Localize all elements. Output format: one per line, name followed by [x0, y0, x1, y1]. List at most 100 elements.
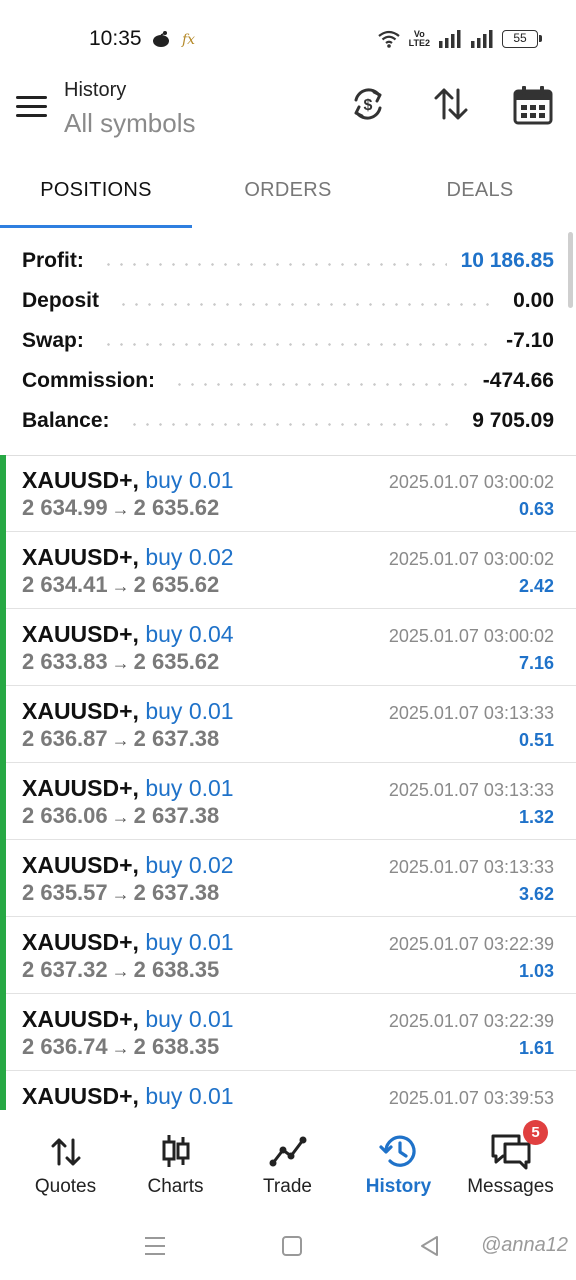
dot-leader — [101, 262, 447, 266]
position-row[interactable]: XAUUSD+, buy 0.02 2 634.41 → 2 635.62 2025… — [0, 532, 576, 609]
recent-apps-icon[interactable] — [141, 1232, 169, 1260]
nav-charts-label: Charts — [147, 1176, 204, 1197]
active-tab-indicator — [0, 225, 192, 228]
signal-icon-2 — [471, 30, 493, 48]
open-price: 2 637.32 — [22, 957, 108, 982]
svg-text:$: $ — [364, 97, 373, 114]
symbol-text: XAUUSD+, — [22, 929, 139, 955]
buy-indicator-bar — [0, 763, 6, 840]
price-arrow-icon: → — [111, 807, 130, 827]
close-price: 2 637.38 — [133, 803, 220, 828]
messages-badge: 5 — [523, 1120, 548, 1145]
buy-indicator-bar — [0, 686, 6, 763]
price-arrow-icon: → — [111, 961, 130, 981]
signal-icon-1 — [439, 30, 461, 48]
profit-label: Profit: — [22, 249, 84, 272]
tab-positions[interactable]: POSITIONS — [0, 160, 192, 228]
position-prices: 2 634.41 → 2 635.62 — [22, 572, 219, 598]
position-time: 2025.01.07 03:22:39 — [388, 1011, 554, 1031]
position-row[interactable]: XAUUSD+, buy 0.04 2 633.83 → 2 635.62 2025… — [0, 609, 576, 686]
buy-indicator-bar — [0, 455, 6, 532]
home-icon[interactable] — [278, 1232, 306, 1260]
watermark-text: @anna12 — [480, 1234, 568, 1256]
close-price: 2 635.62 — [133, 649, 220, 674]
tab-deals[interactable]: DEALS — [384, 160, 576, 228]
nav-charts[interactable]: Charts — [118, 1110, 233, 1214]
position-symbol: XAUUSD+, buy 0.02 — [22, 852, 234, 879]
symbol-text: XAUUSD+, — [22, 1006, 139, 1032]
position-row[interactable]: XAUUSD+, buy 0.01 2 634.99 → 2 635.62 2025… — [0, 455, 576, 532]
position-symbol: XAUUSD+, buy 0.04 — [22, 621, 234, 648]
position-time: 2025.01.07 03:00:02 — [388, 472, 554, 492]
buy-indicator-bar — [0, 1071, 6, 1110]
summary-row-profit: Profit: 10 186.85 — [22, 241, 554, 281]
position-symbol: XAUUSD+, buy 0.01 — [22, 1006, 234, 1033]
tab-orders[interactable]: ORDERS — [192, 160, 384, 228]
position-row[interactable]: XAUUSD+, buy 0.01 2 636.74 → 2 638.35 2025… — [0, 994, 576, 1071]
app-header: History All symbols $ — [0, 70, 576, 160]
svg-text:fx: fx — [181, 32, 195, 48]
position-row[interactable]: XAUUSD+, buy 0.02 2 635.57 → 2 637.38 2025… — [0, 840, 576, 917]
position-time: 2025.01.07 03:22:39 — [388, 934, 554, 954]
position-row[interactable]: XAUUSD+, buy 0.01 2025.01.07 03:39:53 — [0, 1071, 576, 1110]
position-symbol: XAUUSD+, buy 0.01 — [22, 467, 234, 494]
nav-messages-label: Messages — [467, 1176, 554, 1197]
status-bar: 10:35 fx Vo LTE2 55 — [0, 0, 576, 70]
position-row[interactable]: XAUUSD+, buy 0.01 2 637.32 → 2 638.35 2025… — [0, 917, 576, 994]
position-type: buy 0.01 — [145, 698, 234, 724]
summary-row-commission: Commission: -474.66 — [22, 361, 554, 401]
symbol-filter[interactable]: All symbols — [64, 108, 195, 139]
position-type: buy 0.01 — [145, 929, 234, 955]
symbol-text: XAUUSD+, — [22, 852, 139, 878]
nav-quotes[interactable]: Quotes — [8, 1110, 123, 1214]
position-time: 2025.01.07 03:00:02 — [388, 549, 554, 569]
position-row[interactable]: XAUUSD+, buy 0.01 2 636.87 → 2 637.38 2025… — [0, 686, 576, 763]
hamburger-menu-icon[interactable] — [16, 96, 48, 120]
quotes-arrows-icon — [51, 1138, 80, 1166]
buy-indicator-bar — [0, 840, 6, 917]
calendar-icon[interactable] — [512, 84, 554, 126]
trade-line-icon — [269, 1136, 306, 1167]
scrollbar-thumb[interactable] — [568, 232, 573, 308]
symbol-text: XAUUSD+, — [22, 544, 139, 570]
open-price: 2 634.41 — [22, 572, 108, 597]
summary-row-balance: Balance: 9 705.09 — [22, 401, 554, 441]
open-price: 2 633.83 — [22, 649, 108, 674]
position-profit: 7.16 — [518, 653, 554, 673]
symbol-text: XAUUSD+, — [22, 467, 139, 493]
close-price: 2 637.38 — [133, 726, 220, 751]
back-icon[interactable] — [416, 1232, 444, 1260]
open-price: 2 636.06 — [22, 803, 108, 828]
position-prices: 2 635.57 → 2 637.38 — [22, 880, 219, 906]
nav-messages[interactable]: 5 Messages — [453, 1110, 568, 1214]
sort-arrows-icon[interactable] — [431, 84, 471, 124]
position-profit: 3.62 — [518, 884, 554, 904]
lte-indicator: Vo LTE2 — [409, 30, 430, 48]
buy-indicator-bar — [0, 609, 6, 686]
close-price: 2 638.35 — [133, 957, 220, 982]
system-navigation-bar: @anna12 — [0, 1214, 576, 1280]
price-arrow-icon: → — [111, 576, 130, 596]
close-price: 2 637.38 — [133, 880, 220, 905]
price-arrow-icon: → — [111, 884, 130, 904]
close-price: 2 635.62 — [133, 572, 220, 597]
symbol-text: XAUUSD+, — [22, 698, 139, 724]
position-time: 2025.01.07 03:39:53 — [388, 1088, 554, 1108]
position-profit: 1.32 — [518, 807, 554, 827]
buy-indicator-bar — [0, 917, 6, 994]
nav-trade[interactable]: Trade — [230, 1110, 345, 1214]
nav-history[interactable]: History — [341, 1110, 456, 1214]
price-arrow-icon: → — [111, 653, 130, 673]
position-prices: 2 633.83 → 2 635.62 — [22, 649, 219, 675]
history-tabs: POSITIONS ORDERS DEALS — [0, 160, 576, 228]
position-symbol: XAUUSD+, buy 0.01 — [22, 929, 234, 956]
position-row[interactable]: XAUUSD+, buy 0.01 2 636.06 → 2 637.38 2025… — [0, 763, 576, 840]
price-arrow-icon: → — [111, 499, 130, 519]
currency-refresh-icon[interactable]: $ — [348, 84, 388, 124]
fx-app-icon: fx — [181, 32, 195, 48]
position-time: 2025.01.07 03:00:02 — [388, 626, 554, 646]
symbol-text: XAUUSD+, — [22, 1083, 139, 1109]
position-profit: 1.03 — [518, 961, 554, 981]
dot-leader — [173, 382, 469, 386]
position-profit: 0.63 — [518, 499, 554, 519]
